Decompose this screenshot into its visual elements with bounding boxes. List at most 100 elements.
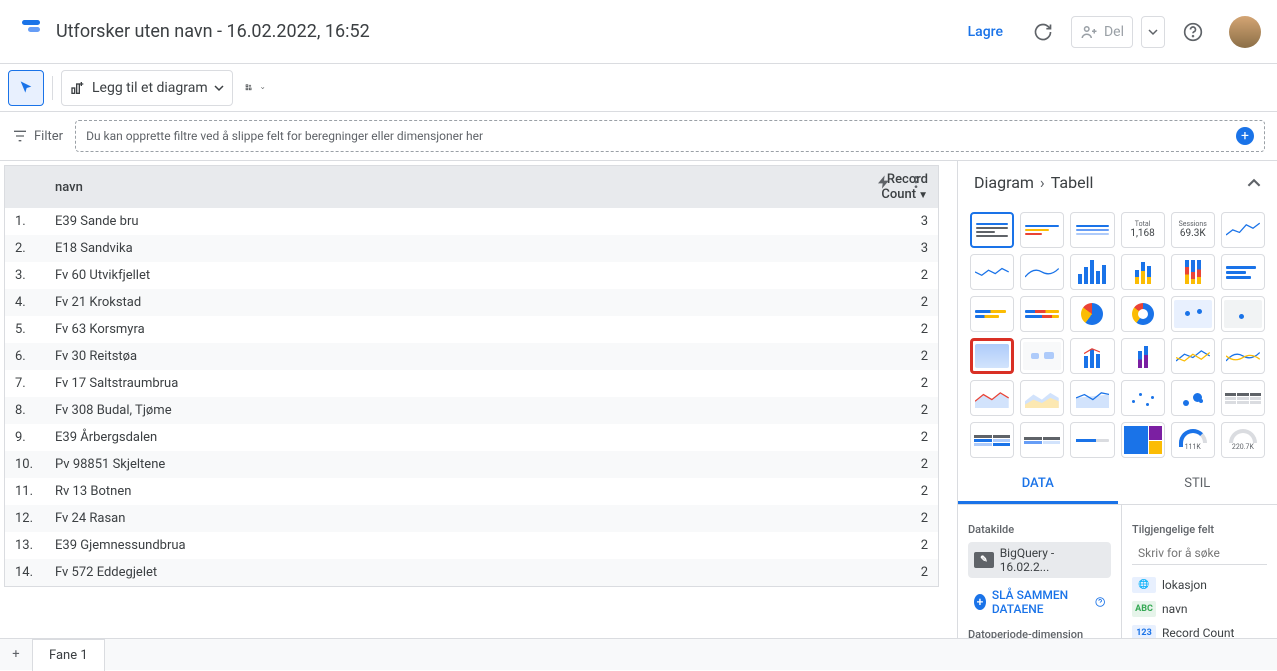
- merge-data-button[interactable]: + SLÅ SAMMEN DATAENE: [968, 584, 1111, 620]
- table-row[interactable]: 11.Rv 13 Botnen2: [5, 478, 938, 505]
- main-area: navn Record Count▼ 1.E39 Sande bru32.E18…: [0, 161, 1277, 638]
- chart-type-pivot[interactable]: [1221, 380, 1265, 416]
- chart-type-pie[interactable]: [1070, 296, 1114, 332]
- datasource-chip[interactable]: ✎ BigQuery - 16.02.2...: [968, 542, 1111, 578]
- chart-type-geo-world[interactable]: [1020, 338, 1064, 374]
- table-row[interactable]: 4.Fv 21 Krokstad2: [5, 289, 938, 316]
- field-item[interactable]: ABCnavn: [1132, 597, 1267, 621]
- table-row[interactable]: 1.E39 Sande bru3: [5, 208, 938, 235]
- share-button[interactable]: Del: [1071, 16, 1133, 48]
- filter-hint: Du kan opprette filtre ved å slippe felt…: [86, 129, 483, 143]
- canvas[interactable]: navn Record Count▼ 1.E39 Sande bru32.E18…: [0, 161, 957, 638]
- quick-insights-button[interactable]: [870, 168, 898, 196]
- table-row[interactable]: 13.E39 Gjemnessundbrua2: [5, 532, 938, 559]
- table-row[interactable]: 6.Fv 30 Reitstøa2: [5, 343, 938, 370]
- datasource-label: Datakilde: [968, 523, 1111, 536]
- chart-type-gauge-2[interactable]: 220.7K: [1221, 422, 1265, 458]
- table-row[interactable]: 2.E18 Sandvika3: [5, 235, 938, 262]
- table-row[interactable]: 10.Pv 98851 Skjeltene2: [5, 451, 938, 478]
- table-row[interactable]: 12.Fv 24 Rasan2: [5, 505, 938, 532]
- app-logo: [16, 20, 40, 44]
- chart-type-treemap[interactable]: [1121, 422, 1165, 458]
- filter-icon: [12, 128, 28, 144]
- crumb-root[interactable]: Diagram: [974, 173, 1034, 192]
- save-button[interactable]: Lagre: [956, 16, 1015, 48]
- chart-type-bubble[interactable]: [1171, 380, 1215, 416]
- chart-type-stacked-area[interactable]: [1020, 380, 1064, 416]
- col-name[interactable]: navn: [45, 166, 838, 208]
- table-row[interactable]: 7.Fv 17 Saltstraumbrua2: [5, 370, 938, 397]
- help-button[interactable]: [1173, 12, 1213, 52]
- chart-type-pivot-heatmap[interactable]: [1020, 422, 1064, 458]
- chart-type-sparkline[interactable]: [970, 254, 1014, 290]
- chart-type-100-stacked-bar[interactable]: [1020, 296, 1064, 332]
- chart-type-stacked-column[interactable]: [1121, 254, 1165, 290]
- chart-type-line[interactable]: [1171, 338, 1215, 374]
- share-dropdown-button[interactable]: [1141, 16, 1165, 48]
- chart-type-area[interactable]: [970, 380, 1014, 416]
- chart-type-table-bars[interactable]: [1020, 212, 1064, 248]
- chart-add-icon: [70, 80, 86, 96]
- chart-type-column[interactable]: [1070, 254, 1114, 290]
- chart-type-100-stacked-column[interactable]: [1171, 254, 1215, 290]
- add-chart-label: Legg til et diagram: [92, 80, 208, 96]
- table-row[interactable]: 14.Fv 572 Eddegjelet2: [5, 559, 938, 586]
- panel-tabs: DATA STIL: [958, 466, 1277, 505]
- add-chart-button[interactable]: Legg til et diagram: [61, 70, 233, 106]
- tab-data[interactable]: DATA: [958, 466, 1118, 504]
- chart-type-gauge[interactable]: 111K: [1171, 422, 1215, 458]
- chevron-down-icon: [261, 84, 264, 92]
- daterange-label: Datoperiode-dimensjon: [968, 628, 1111, 638]
- crumb-leaf[interactable]: Tabell: [1051, 173, 1094, 192]
- chart-type-donut[interactable]: [1121, 296, 1165, 332]
- chevron-down-icon: [1148, 27, 1158, 37]
- chart-type-geo-map-outline[interactable]: [1221, 296, 1265, 332]
- user-avatar[interactable]: [1229, 16, 1261, 48]
- field-item[interactable]: 🌐lokasjon: [1132, 573, 1267, 597]
- chart-type-bullet[interactable]: [1070, 422, 1114, 458]
- chart-type-smoothed-line[interactable]: [1020, 254, 1064, 290]
- chart-type-table-heatmap[interactable]: [1070, 212, 1114, 248]
- chart-type-timeseries[interactable]: [1221, 212, 1265, 248]
- chart-type-table[interactable]: [970, 212, 1014, 248]
- app-header: Utforsker uten navn - 16.02.2022, 16:52 …: [0, 0, 1277, 64]
- fields-search-input[interactable]: [1138, 546, 1277, 560]
- collapse-icon[interactable]: [1247, 176, 1261, 190]
- add-filter-icon[interactable]: +: [1236, 127, 1254, 145]
- tab-style[interactable]: STIL: [1118, 466, 1277, 504]
- filter-drop-zone[interactable]: Du kan opprette filtre ved å slippe felt…: [75, 120, 1265, 152]
- table-row[interactable]: 5.Fv 63 Korsmyra2: [5, 316, 938, 343]
- cursor-icon: [18, 80, 34, 96]
- chart-type-scorecard-compact[interactable]: Sessions69.3K: [1171, 212, 1215, 248]
- page-tab-1[interactable]: Fane 1: [32, 639, 105, 671]
- chart-type-smoothed-multi-line[interactable]: [1221, 338, 1265, 374]
- chart-type-scatter[interactable]: [1121, 380, 1165, 416]
- pencil-icon: ✎: [974, 552, 994, 568]
- chart-type-geo-map[interactable]: [1171, 296, 1215, 332]
- table-row[interactable]: 3.Fv 60 Utvikfjellet2: [5, 262, 938, 289]
- document-title[interactable]: Utforsker uten navn - 16.02.2022, 16:52: [56, 21, 956, 42]
- more-options-button[interactable]: [902, 168, 930, 196]
- chart-type-grid: Total1,168 Sessions69.3K: [958, 204, 1277, 466]
- chevron-down-icon: [214, 83, 224, 93]
- data-panel: Datakilde ✎ BigQuery - 16.02.2... + SLÅ …: [958, 505, 1122, 638]
- chart-type-scorecard[interactable]: Total1,168: [1121, 212, 1165, 248]
- chart-type-combo[interactable]: [1070, 338, 1114, 374]
- filter-label[interactable]: Filter: [12, 128, 63, 144]
- field-item[interactable]: 123Record Count: [1132, 621, 1267, 638]
- table-chart[interactable]: navn Record Count▼ 1.E39 Sande bru32.E18…: [4, 165, 939, 587]
- add-page-button[interactable]: +: [0, 639, 32, 671]
- chart-type-stacked-combo[interactable]: [1121, 338, 1165, 374]
- table-row[interactable]: 9.E39 Årbergsdalen2: [5, 424, 938, 451]
- col-index[interactable]: [5, 166, 45, 208]
- chart-type-pivot-bars[interactable]: [970, 422, 1014, 458]
- table-row[interactable]: 8.Fv 308 Budal, Tjøme2: [5, 397, 938, 424]
- chart-type-filled-map[interactable]: [970, 338, 1014, 374]
- select-tool-button[interactable]: [8, 70, 44, 106]
- chart-type-100-stacked-area[interactable]: [1070, 380, 1114, 416]
- chart-type-stacked-bar[interactable]: [970, 296, 1014, 332]
- refresh-button[interactable]: [1023, 12, 1063, 52]
- fields-search[interactable]: [1132, 542, 1267, 565]
- add-control-button[interactable]: [237, 70, 273, 106]
- chart-type-bar[interactable]: [1221, 254, 1265, 290]
